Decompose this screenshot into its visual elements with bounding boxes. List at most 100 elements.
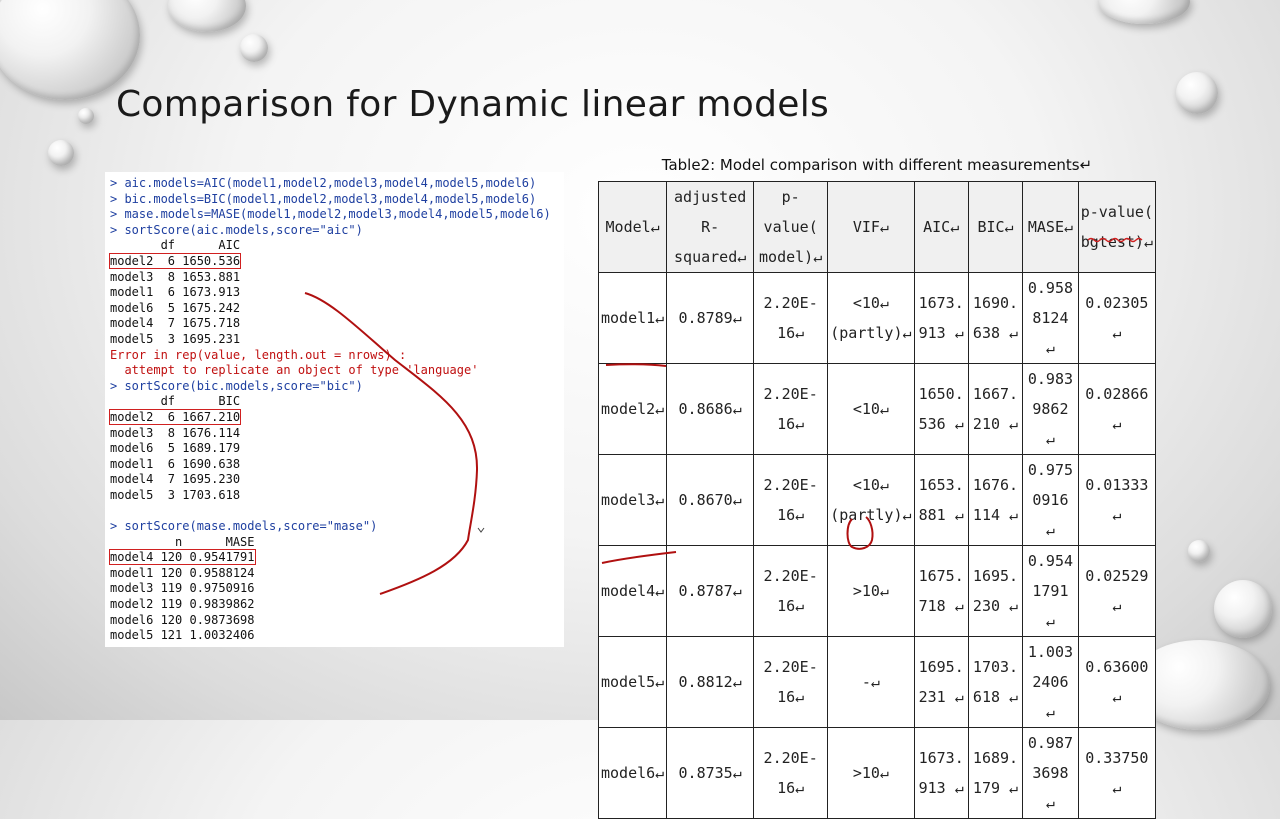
column-header-text: bgtest)↵ (1080, 233, 1153, 251)
column-header-text: model)↵ (759, 248, 823, 266)
console-text: model5 121 1.0032406 (110, 628, 255, 643)
table-cell: 1690. 638 ↵ (967, 272, 1024, 364)
console-command-line: > sortScore(aic.models,score="aic") (110, 223, 564, 239)
cell-text: model4↵ (601, 582, 665, 600)
cell-text: 1675. (918, 567, 964, 585)
water-droplet (1098, 0, 1190, 24)
model-name-cell: model2↵ (597, 363, 668, 455)
cell-text: 1650. (918, 385, 964, 403)
cell-text: model3↵ (601, 491, 665, 509)
slide-title: Comparison for Dynamic linear models (116, 84, 830, 125)
column-header: BIC↵ (967, 181, 1024, 273)
cell-text: 1676. (972, 476, 1019, 494)
model-name-cell: model6↵ (597, 727, 668, 819)
console-text: model1 6 1673.913 (110, 285, 241, 300)
cell-text: 8124 ↵ (1032, 309, 1069, 357)
table-cell: 0.01333 ↵ (1077, 454, 1157, 546)
table-cell: 0.63600 ↵ (1077, 636, 1157, 728)
table-cell: 1676. 114 ↵ (967, 454, 1024, 546)
model-comparison-table: Model↵ adjusted R-squared↵ p-value(model)↵ V… (597, 181, 1157, 819)
cell-text: 913 ↵ (918, 779, 964, 797)
console-output-line: model1 120 0.9588124 (110, 566, 564, 582)
console-text: > mase.models=MASE(model1,model2,model3,… (110, 207, 551, 222)
table-row: model6↵ 0.8735↵ 2.20E-16↵ >10↵ 1673. 913 ↵ 168… (597, 727, 1157, 819)
table-cell: 0.975 0916 ↵ (1022, 454, 1079, 546)
table-cell: 0.983 9862 ↵ (1022, 363, 1079, 455)
console-text: > sortScore(aic.models,score="aic") (110, 222, 363, 237)
water-droplet (48, 140, 74, 166)
table-row: model1↵ 0.8789↵ 2.20E-16↵ <10↵ (partly)↵ 1673… (597, 272, 1157, 364)
table-cell: 1667. 210 ↵ (967, 363, 1024, 455)
console-output-line: model5 3 1695.231 (110, 332, 564, 348)
console-output-line: model3 119 0.9750916 (110, 581, 564, 597)
table-cell: <10↵ (partly)↵ (827, 272, 915, 364)
console-text: model6 5 1689.179 (110, 441, 241, 456)
table-row: model3↵ 0.8670↵ 2.20E-16↵ <10↵ (partly)↵ 1653… (597, 454, 1157, 546)
table-cell: 1.003 2406 ↵ (1022, 636, 1079, 728)
cell-text: 536 ↵ (918, 415, 964, 433)
console-text: df AIC (110, 238, 241, 253)
cell-text: >10↵ (852, 764, 889, 782)
table-cell: 1675. 718 ↵ (913, 545, 969, 637)
table-cell: 0.02866 ↵ (1077, 363, 1157, 455)
console-text: Error in rep(value, length.out = nrows) … (110, 347, 407, 362)
cell-text: 2.20E-16↵ (763, 567, 818, 615)
console-output-line: df AIC (110, 238, 564, 254)
console-text: model3 119 0.9750916 (110, 581, 255, 596)
column-header-text: AIC↵ (923, 218, 960, 236)
console-text: model3 8 1676.114 (110, 425, 241, 440)
console-text: model3 8 1653.881 (110, 269, 241, 284)
cell-text: 1695. (918, 658, 964, 676)
console-text: df BIC (110, 394, 241, 409)
cell-text: 0.63600 ↵ (1085, 658, 1149, 706)
column-header-text: p-value( (1080, 203, 1153, 221)
cell-text: 1.003 (1027, 643, 1074, 661)
console-text: model6 5 1675.242 (110, 300, 241, 315)
model-name-cell: model5↵ (597, 636, 668, 728)
cell-text: 1703. (972, 658, 1019, 676)
console-command-line: > aic.models=AIC(model1,model2,model3,mo… (110, 176, 564, 192)
table-cell: 0.954 1791 ↵ (1022, 545, 1079, 637)
console-text: model2 119 0.9839862 (110, 597, 255, 612)
cell-text: 0.8735↵ (678, 764, 742, 782)
console-text: model4 7 1695.230 (110, 472, 241, 487)
column-header: MASE↵ (1022, 181, 1079, 273)
column-header: p-value(model)↵ (753, 181, 829, 273)
table-cell: 2.20E-16↵ (753, 636, 829, 728)
model-name-cell: model3↵ (597, 454, 668, 546)
console-output-line: model4 120 0.9541791 (109, 549, 564, 566)
cell-text: 1673. (918, 749, 964, 767)
cell-text: (partly)↵ (830, 324, 912, 342)
console-command-line: > sortScore(bic.models,score="bic") (110, 379, 564, 395)
cell-text: 2.20E-16↵ (763, 749, 818, 797)
cell-text: 2.20E-16↵ (763, 476, 818, 524)
cell-text: 0.983 (1027, 370, 1074, 388)
table-cell: 0.33750 ↵ (1077, 727, 1157, 819)
column-header-text: adjusted (674, 188, 747, 206)
console-command-line: > sortScore(mase.models,score="mase") (110, 519, 564, 535)
console-output-line: model4 7 1675.718 (110, 316, 564, 332)
cell-text: 2406 ↵ (1032, 673, 1069, 721)
cell-text: (partly)↵ (830, 506, 912, 524)
cell-text: <10↵ (852, 400, 889, 418)
cell-text: 9862 ↵ (1032, 400, 1069, 448)
cell-text: 1695. (972, 567, 1019, 585)
console-text: n MASE (110, 534, 255, 549)
console-text: model4 7 1675.718 (110, 316, 241, 331)
table-cell: 1673. 913 ↵ (913, 272, 969, 364)
model-name-cell: model1↵ (597, 272, 668, 364)
column-header-text: MASE↵ (1027, 218, 1074, 236)
table-cell: -↵ (827, 636, 915, 728)
cell-text: 0.01333 ↵ (1085, 476, 1149, 524)
cell-text: 2.20E-16↵ (763, 658, 818, 706)
table-cell: >10↵ (827, 727, 915, 819)
cell-text: model1↵ (601, 309, 665, 327)
table-caption: Table2: Model comparison with different … (661, 156, 1093, 174)
table-cell: 1695. 230 ↵ (967, 545, 1024, 637)
console-output-line: model6 5 1689.179 (110, 441, 564, 457)
cell-text: 1791 ↵ (1032, 582, 1069, 630)
cell-text: 0.954 (1027, 552, 1074, 570)
table-cell: 0.987 3698 ↵ (1022, 727, 1079, 819)
column-header: adjusted R-squared↵ (666, 181, 755, 273)
